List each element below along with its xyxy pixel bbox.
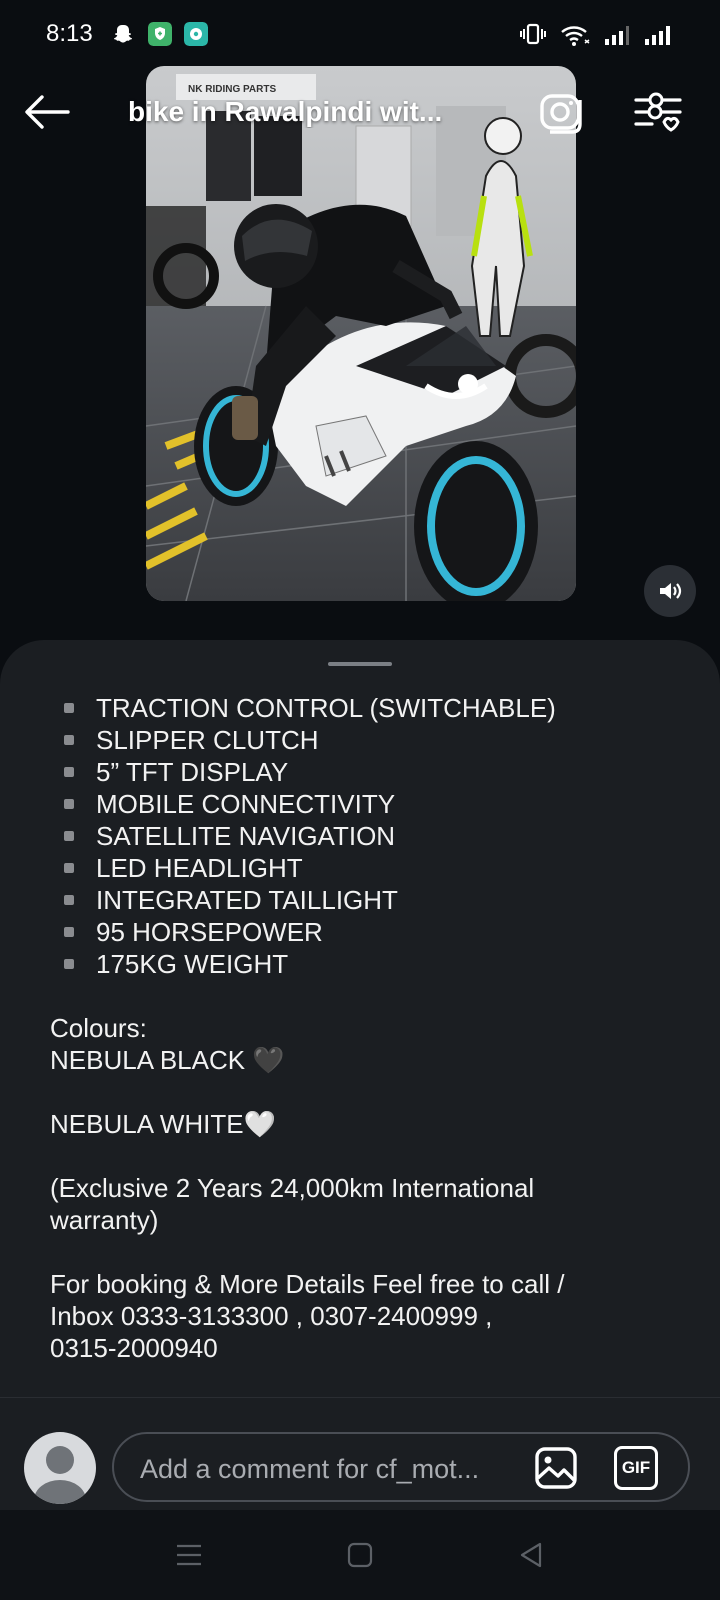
comment-input[interactable]: Add a comment for cf_mot... GIF [112, 1432, 690, 1502]
sound-toggle-button[interactable] [644, 565, 696, 617]
colour-white: NEBULA WHITE🤍 [50, 1109, 276, 1139]
feature-text: MOBILE CONNECTIVITY [96, 789, 396, 819]
bullet-icon [64, 703, 74, 713]
reel-video[interactable]: NK RIDING PARTS [146, 66, 576, 601]
avatar[interactable] [24, 1432, 96, 1504]
list-item: INTEGRATED TAILLIGHT [50, 884, 680, 916]
signal-icon-1 [605, 26, 629, 45]
wifi-icon [561, 26, 590, 46]
list-item: 5” TFT DISPLAY [50, 756, 680, 788]
showroom-sign: NK RIDING PARTS [188, 84, 276, 95]
feature-text: 5” TFT DISPLAY [96, 757, 289, 787]
back-arrow-icon[interactable] [22, 92, 72, 132]
list-item: SATELLITE NAVIGATION [50, 820, 680, 852]
back-icon[interactable] [516, 1540, 546, 1570]
camera-icon[interactable] [536, 88, 588, 136]
list-item: 95 HORSEPOWER [50, 916, 680, 948]
bullet-icon [64, 863, 74, 873]
comment-bar: Add a comment for cf_mot... GIF [0, 1398, 720, 1510]
list-item: LED HEADLIGHT [50, 852, 680, 884]
colours-label: Colours: [50, 1013, 147, 1043]
list-item: SLIPPER CLUTCH [50, 724, 680, 756]
feature-text: INTEGRATED TAILLIGHT [96, 885, 398, 915]
page-title: bike in Rawalpindi wit... [128, 96, 443, 127]
system-nav-bar [0, 1510, 720, 1600]
bullet-icon [64, 735, 74, 745]
list-item: 175KG WEIGHT [50, 948, 680, 980]
contact-line-2: Inbox 0333-3133300 , 0307-2400999 , [50, 1301, 493, 1331]
warranty-line-2: warranty) [50, 1205, 159, 1235]
image-picker-icon[interactable] [534, 1446, 578, 1490]
feature-text: 95 HORSEPOWER [96, 917, 323, 947]
vibrate-icon [520, 23, 546, 45]
list-item: MOBILE CONNECTIVITY [50, 788, 680, 820]
bullet-icon [64, 959, 74, 969]
motorcycle-showroom-image: NK RIDING PARTS [146, 66, 576, 601]
snapchat-icon [114, 25, 132, 43]
contact-line-3: 0315-2000940 [50, 1333, 218, 1363]
preferences-icon[interactable] [632, 88, 684, 136]
signal-icon-2 [645, 26, 670, 45]
caption-sheet: TRACTION CONTROL (SWITCHABLE) SLIPPER CL… [0, 640, 720, 1400]
feature-text: SATELLITE NAVIGATION [96, 821, 396, 851]
feature-text: LED HEADLIGHT [96, 853, 303, 883]
volume-icon [660, 583, 682, 599]
feature-text: TRACTION CONTROL (SWITCHABLE) [96, 693, 556, 723]
status-bar: 8:13 [0, 0, 720, 70]
bullet-icon [64, 799, 74, 809]
menu-icon[interactable] [174, 1540, 204, 1570]
feature-text: 175KG WEIGHT [96, 949, 289, 979]
bullet-icon [64, 831, 74, 841]
sheet-drag-handle[interactable] [328, 662, 392, 666]
warranty-line-1: (Exclusive 2 Years 24,000km Internationa… [50, 1173, 535, 1203]
shield-app-icon [148, 22, 172, 46]
caption-text: TRACTION CONTROL (SWITCHABLE) SLIPPER CL… [50, 692, 680, 1364]
bullet-icon [64, 927, 74, 937]
message-app-icon [184, 22, 208, 46]
bullet-icon [64, 767, 74, 777]
gif-button[interactable]: GIF [614, 1446, 658, 1490]
contact-line-1: For booking & More Details Feel free to … [50, 1269, 565, 1299]
feature-list: TRACTION CONTROL (SWITCHABLE) SLIPPER CL… [50, 692, 680, 980]
colour-black: NEBULA BLACK 🖤 [50, 1045, 285, 1075]
status-time: 8:13 [46, 20, 93, 47]
bullet-icon [64, 895, 74, 905]
home-icon[interactable] [345, 1540, 375, 1570]
feature-text: SLIPPER CLUTCH [96, 725, 319, 755]
list-item: TRACTION CONTROL (SWITCHABLE) [50, 692, 680, 724]
comment-placeholder: Add a comment for cf_mot... [140, 1454, 480, 1484]
default-avatar-icon [34, 1446, 86, 1504]
